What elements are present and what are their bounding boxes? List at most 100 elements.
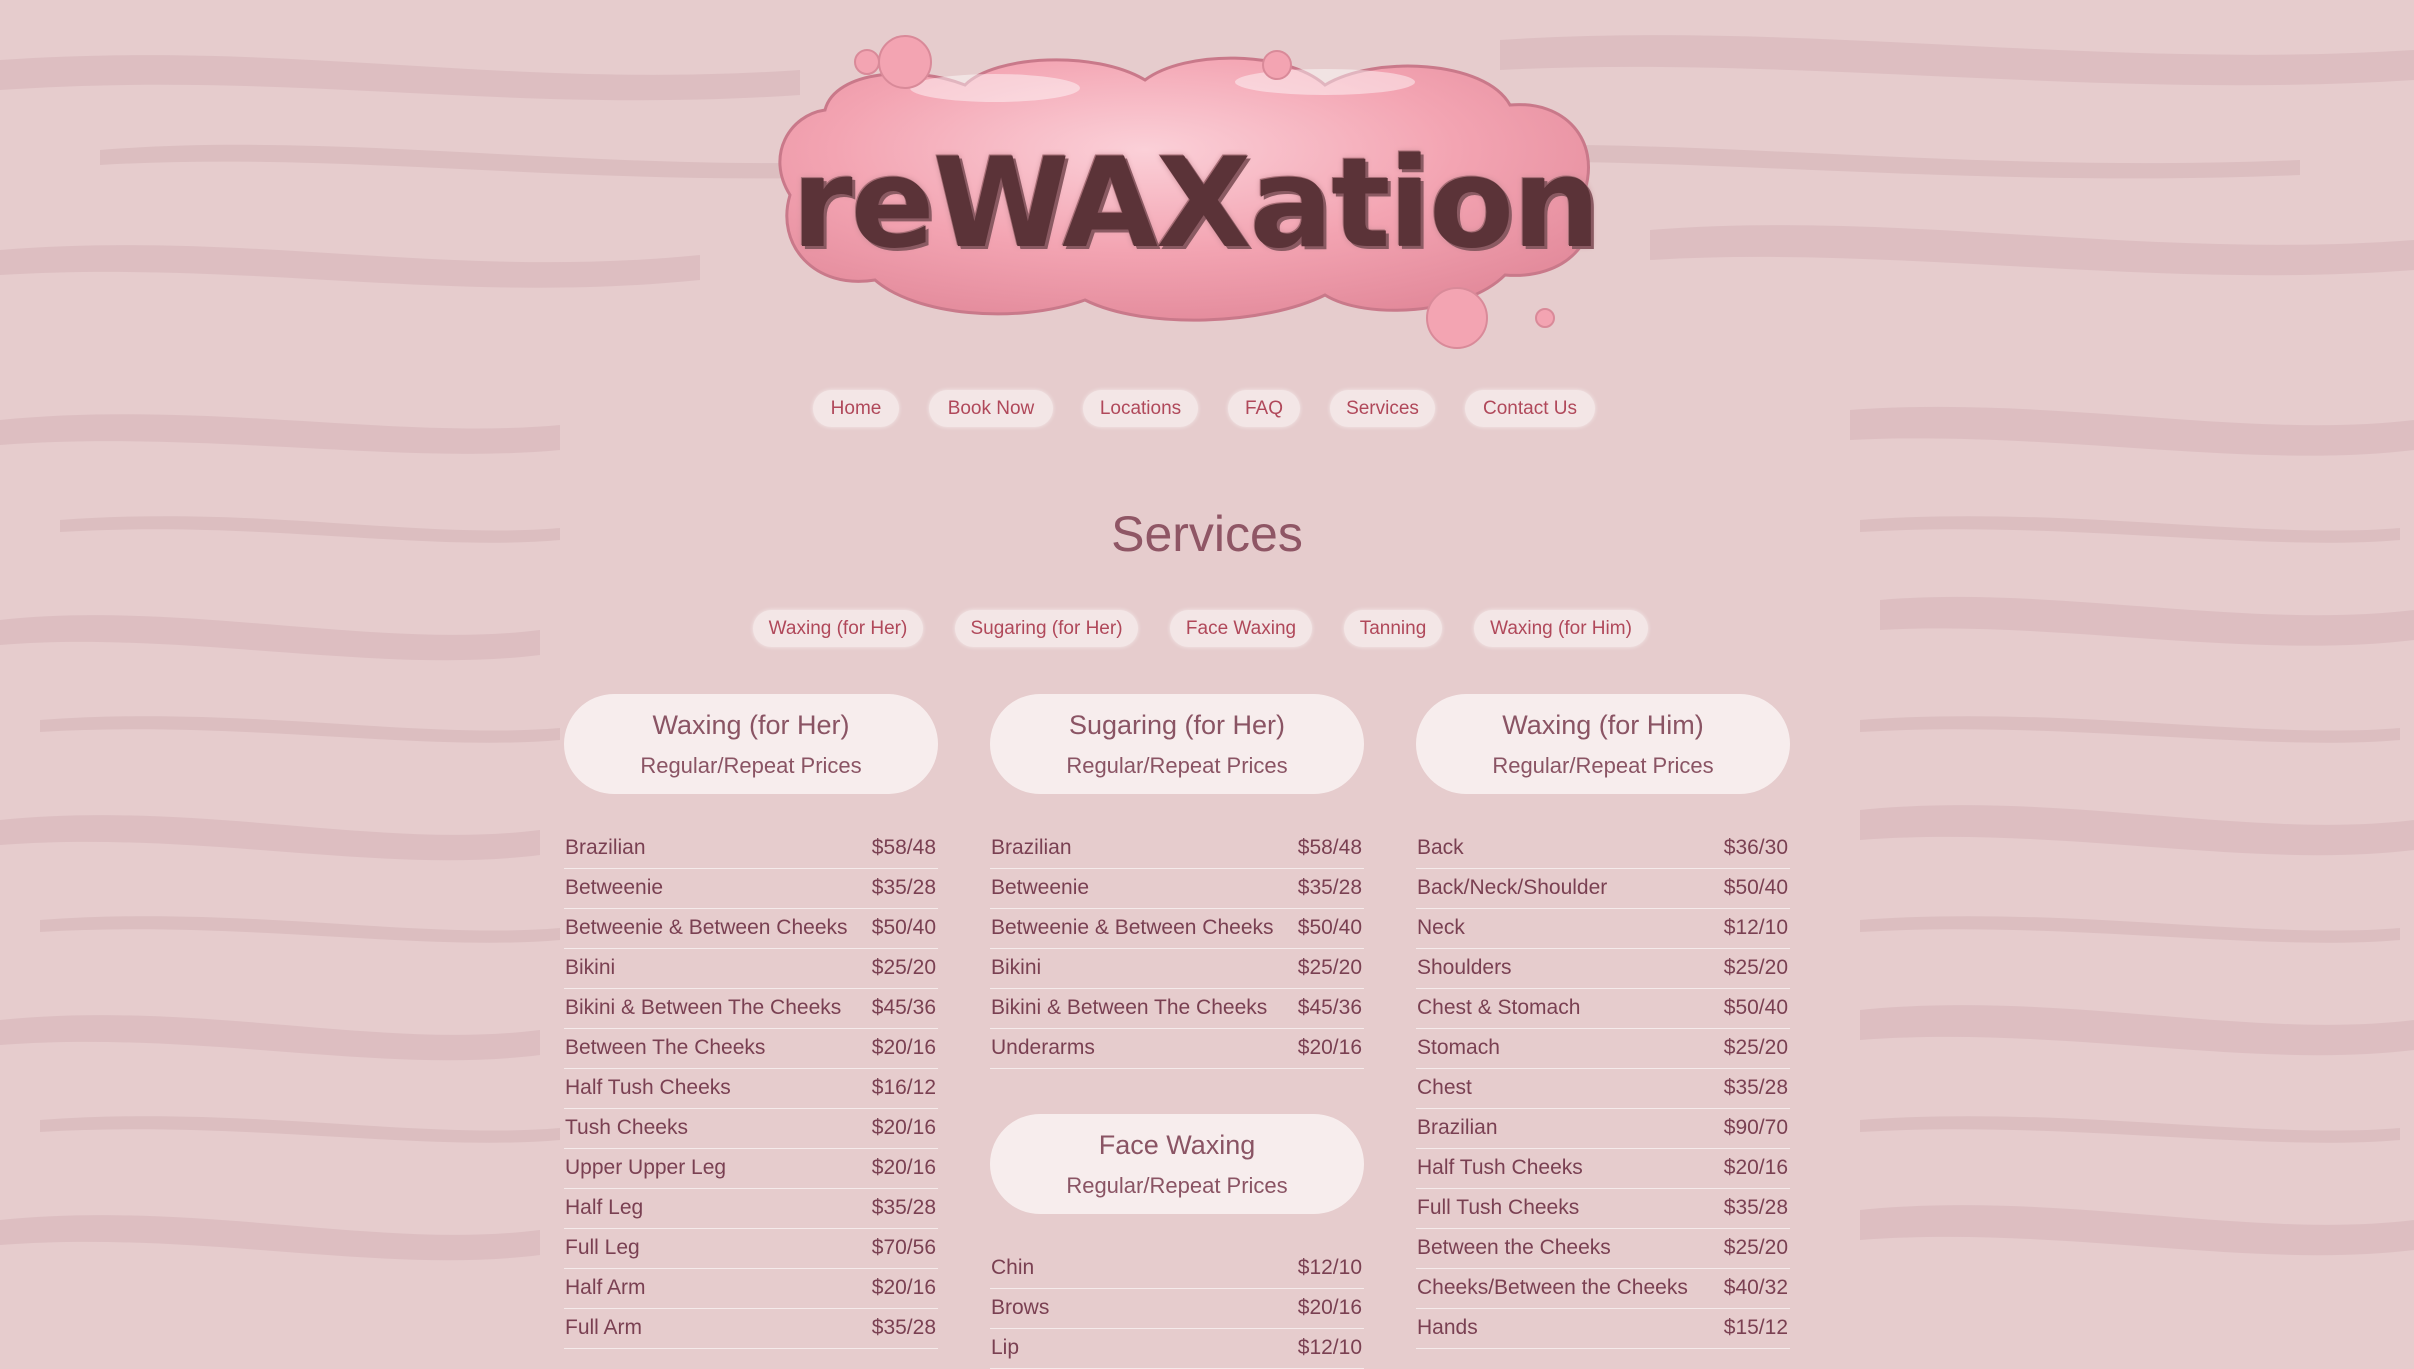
price-row: Full Tush Cheeks $35/28: [1416, 1188, 1790, 1229]
service-price: $20/16: [1297, 1296, 1362, 1319]
section-title: Waxing (for Him): [1502, 710, 1704, 740]
service-name: Full Tush Cheeks: [1417, 1196, 1580, 1219]
service-name: Lip: [991, 1336, 1020, 1359]
page-title: Services: [1111, 506, 1303, 562]
waxing-him-section: Waxing (for Him) Regular/Repeat Prices B…: [1416, 694, 1790, 1350]
price-row: Upper Upper Leg $20/16: [564, 1148, 938, 1189]
price-row: Half Tush Cheeks $16/12: [564, 1068, 938, 1109]
service-name: Bikini: [991, 956, 1042, 979]
price-row: Chest & Stomach $50/40: [1416, 988, 1790, 1029]
price-row: Bikini $25/20: [564, 948, 938, 989]
price-row: Betweenie & Between Cheeks $50/40: [990, 908, 1364, 949]
service-price: $20/16: [871, 1116, 936, 1139]
service-price: $25/20: [1723, 956, 1788, 979]
service-price: $15/12: [1723, 1316, 1788, 1339]
section-header: Face Waxing Regular/Repeat Prices: [990, 1114, 1364, 1214]
service-name: Full Arm: [565, 1316, 643, 1339]
service-name: Half Arm: [565, 1276, 646, 1299]
price-row: Brazilian $58/48: [564, 828, 938, 869]
nav-services[interactable]: Services: [1330, 390, 1435, 427]
service-name: Bikini & Between The Cheeks: [565, 996, 842, 1019]
service-price: $35/28: [1297, 876, 1362, 899]
service-price: $36/30: [1723, 836, 1788, 859]
section-subtitle: Regular/Repeat Prices: [640, 753, 862, 778]
section-title: Face Waxing: [1098, 1130, 1256, 1160]
service-name: Between the Cheeks: [1417, 1236, 1611, 1259]
service-price: $35/28: [1723, 1196, 1788, 1219]
service-price: $40/32: [1723, 1276, 1788, 1299]
service-price: $25/20: [871, 956, 936, 979]
tab-tanning[interactable]: Tanning: [1344, 610, 1442, 647]
nav-faq[interactable]: FAQ: [1228, 390, 1300, 427]
price-row: Stomach $25/20: [1416, 1028, 1790, 1069]
service-price: $20/16: [1723, 1156, 1788, 1179]
service-price: $25/20: [1297, 956, 1362, 979]
service-price: $35/28: [871, 876, 936, 899]
service-name: Upper Upper Leg: [565, 1156, 727, 1179]
section-title: Sugaring (for Her): [1068, 710, 1286, 740]
service-price: $20/16: [871, 1036, 936, 1059]
service-name: Shoulders: [1417, 956, 1512, 979]
service-price: $16/12: [871, 1076, 936, 1099]
price-row: Half Arm $20/16: [564, 1268, 938, 1309]
service-name: Half Tush Cheeks: [565, 1076, 731, 1099]
service-price: $45/36: [871, 996, 936, 1019]
service-name: Underarms: [991, 1036, 1095, 1059]
service-name: Brazilian: [991, 836, 1072, 859]
service-price: $50/40: [871, 916, 936, 939]
section-header: Sugaring (for Her) Regular/Repeat Prices: [990, 694, 1364, 794]
service-name: Betweenie & Between Cheeks: [565, 916, 848, 939]
price-row: Lip $12/10: [990, 1328, 1364, 1369]
service-name: Bikini & Between The Cheeks: [991, 996, 1268, 1019]
service-price: $12/10: [1297, 1336, 1362, 1359]
price-row: Tush Cheeks $20/16: [564, 1108, 938, 1149]
service-name: Half Tush Cheeks: [1417, 1156, 1583, 1179]
rewaxation-logo[interactable]: reWAXation: [765, 30, 1625, 350]
service-name: Neck: [1417, 916, 1465, 939]
price-row: Bikini $25/20: [990, 948, 1364, 989]
section-subtitle: Regular/Repeat Prices: [1066, 1173, 1288, 1198]
service-price: $20/16: [871, 1276, 936, 1299]
tab-sugaring-her[interactable]: Sugaring (for Her): [955, 610, 1138, 647]
service-price: $35/28: [871, 1316, 936, 1339]
service-name: Betweenie & Between Cheeks: [991, 916, 1274, 939]
service-name: Back: [1417, 836, 1464, 859]
price-row: Between the Cheeks $25/20: [1416, 1228, 1790, 1269]
price-row: Betweenie & Between Cheeks $50/40: [564, 908, 938, 949]
section-subtitle: Regular/Repeat Prices: [1492, 753, 1714, 778]
price-row: Chin $12/10: [990, 1248, 1364, 1289]
price-row: Underarms $20/16: [990, 1028, 1364, 1069]
section-header: Waxing (for Him) Regular/Repeat Prices: [1416, 694, 1790, 794]
tab-face-waxing[interactable]: Face Waxing: [1170, 610, 1312, 647]
price-row: Back/Neck/Shoulder $50/40: [1416, 868, 1790, 909]
service-price: $35/28: [871, 1196, 936, 1219]
price-row: Full Arm $35/28: [564, 1308, 938, 1349]
price-row: Betweenie $35/28: [990, 868, 1364, 909]
service-name: Half Leg: [565, 1196, 644, 1219]
nav-locations[interactable]: Locations: [1083, 390, 1198, 427]
service-name: Back/Neck/Shoulder: [1417, 876, 1608, 899]
service-name: Tush Cheeks: [565, 1116, 688, 1139]
nav-contact-us[interactable]: Contact Us: [1465, 390, 1595, 427]
service-price: $45/36: [1297, 996, 1362, 1019]
tab-waxing-him[interactable]: Waxing (for Him): [1474, 610, 1648, 647]
price-row: Cheeks/Between the Cheeks $40/32: [1416, 1268, 1790, 1309]
service-name: Between The Cheeks: [565, 1036, 766, 1059]
price-row: Hands $15/12: [1416, 1308, 1790, 1349]
price-row: Bikini & Between The Cheeks $45/36: [990, 988, 1364, 1029]
service-name: Hands: [1417, 1316, 1478, 1339]
price-row: Brows $20/16: [990, 1288, 1364, 1329]
tab-waxing-her[interactable]: Waxing (for Her): [753, 610, 923, 647]
service-name: Stomach: [1417, 1036, 1500, 1059]
service-price: $90/70: [1723, 1116, 1788, 1139]
price-row: Between The Cheeks $20/16: [564, 1028, 938, 1069]
service-price: $35/28: [1723, 1076, 1788, 1099]
service-name: Chest & Stomach: [1417, 996, 1581, 1019]
service-price: $50/40: [1723, 876, 1788, 899]
service-price: $25/20: [1723, 1036, 1788, 1059]
price-row: Bikini & Between The Cheeks $45/36: [564, 988, 938, 1029]
service-price: $58/48: [1297, 836, 1362, 859]
nav-book-now[interactable]: Book Now: [929, 390, 1053, 427]
nav-home[interactable]: Home: [813, 390, 899, 427]
price-row: Full Leg $70/56: [564, 1228, 938, 1269]
